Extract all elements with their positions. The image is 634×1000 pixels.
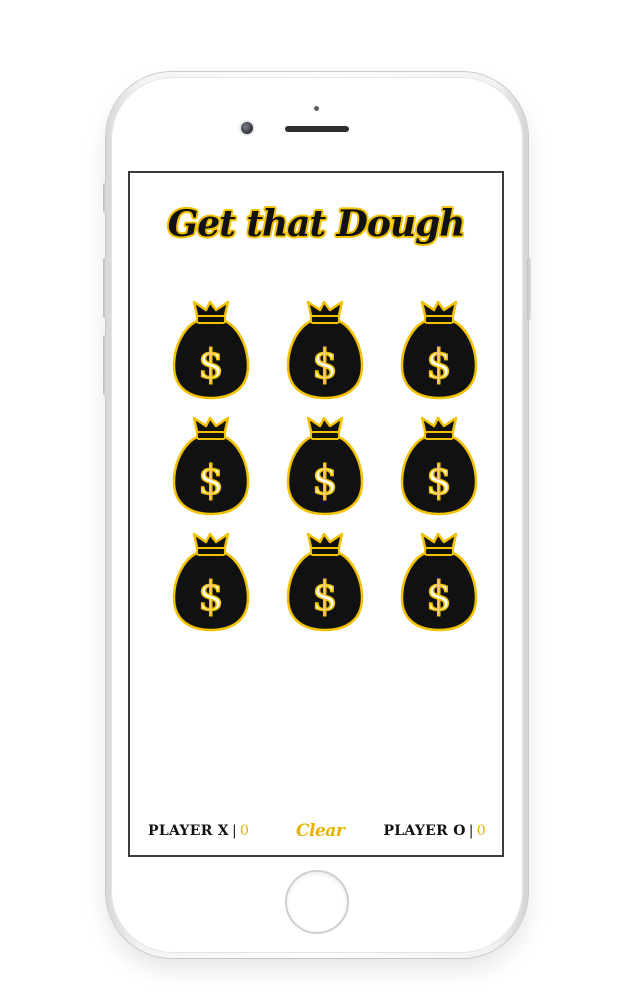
board-cell[interactable]: $ — [280, 294, 370, 404]
app-screen: Get that Dough $ $ $ $ $ $ $ $ $ PLAYER X | 0 Clea… — [128, 171, 504, 857]
silent-switch — [103, 183, 107, 213]
dollar-sign: $ — [426, 458, 451, 504]
volume-down-button — [103, 335, 107, 395]
board-cell[interactable]: $ — [394, 526, 484, 636]
board-cell[interactable]: $ — [280, 410, 370, 520]
dollar-sign: $ — [198, 458, 223, 504]
board-cell[interactable]: $ — [280, 526, 370, 636]
dollar-sign: $ — [312, 458, 337, 504]
player-x-score: PLAYER X | 0 — [148, 823, 249, 839]
board-cell[interactable]: $ — [394, 410, 484, 520]
earpiece-speaker — [285, 126, 349, 132]
home-button[interactable] — [285, 870, 349, 934]
money-bag-icon: $ — [400, 532, 478, 632]
dollar-sign: $ — [198, 574, 223, 620]
power-button — [527, 258, 531, 320]
score-footer: PLAYER X | 0 Clear PLAYER O | 0 — [130, 821, 502, 845]
front-camera-icon — [241, 122, 253, 134]
player-o-score-value: 0 — [476, 823, 486, 839]
dollar-sign: $ — [426, 574, 451, 620]
dollar-sign: $ — [426, 342, 451, 388]
money-bag-icon: $ — [286, 300, 364, 400]
player-o-label: PLAYER O — [383, 823, 466, 839]
volume-up-button — [103, 258, 107, 318]
board-cell[interactable]: $ — [394, 294, 484, 404]
dollar-sign: $ — [312, 574, 337, 620]
money-bag-icon: $ — [400, 416, 478, 516]
dollar-sign: $ — [198, 342, 223, 388]
money-bag-icon: $ — [172, 532, 250, 632]
player-x-score-value: 0 — [240, 823, 250, 839]
app-title: Get that Dough — [167, 203, 466, 245]
player-x-separator: | — [231, 823, 238, 839]
proximity-sensor — [314, 106, 319, 111]
player-o-score: PLAYER O | 0 — [383, 823, 486, 839]
player-x-label: PLAYER X — [148, 823, 229, 839]
money-bag-icon: $ — [172, 416, 250, 516]
clear-button[interactable]: Clear — [296, 821, 345, 841]
money-bag-icon: $ — [172, 300, 250, 400]
dollar-sign: $ — [312, 342, 337, 388]
money-bag-icon: $ — [286, 416, 364, 516]
money-bag-icon: $ — [400, 300, 478, 400]
game-board: $ $ $ $ $ $ $ $ $ — [158, 294, 478, 636]
player-o-separator: | — [468, 823, 474, 839]
board-cell[interactable]: $ — [166, 294, 256, 404]
board-cell[interactable]: $ — [166, 526, 256, 636]
money-bag-icon: $ — [286, 532, 364, 632]
board-cell[interactable]: $ — [166, 410, 256, 520]
